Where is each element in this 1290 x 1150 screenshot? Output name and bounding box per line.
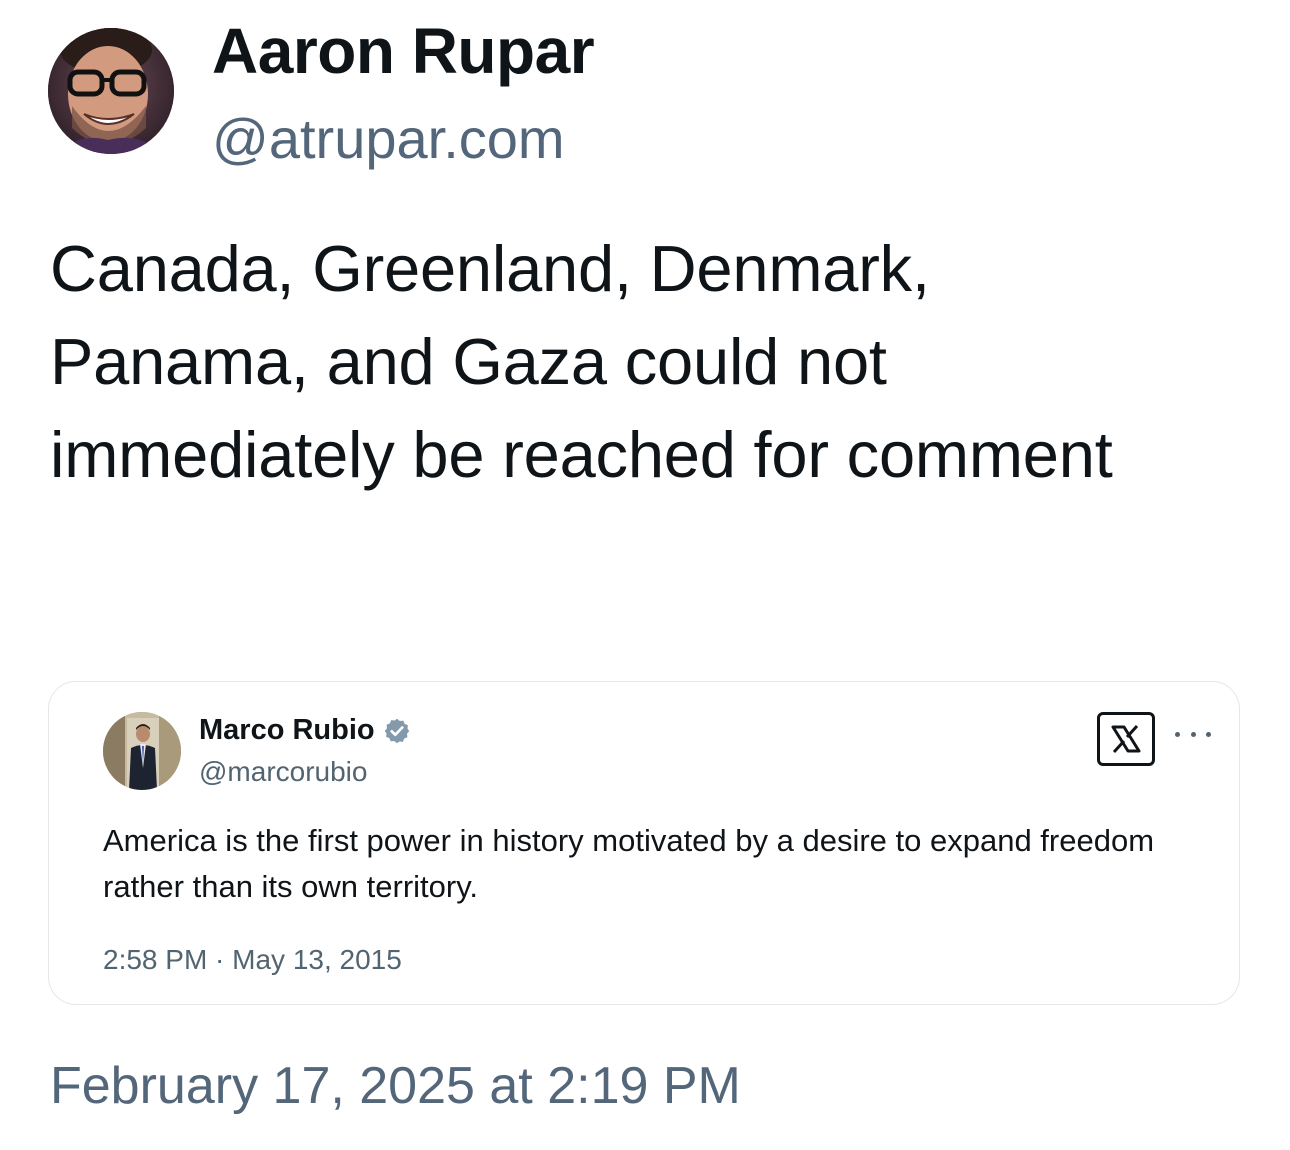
author-handle[interactable]: @atrupar.com — [212, 106, 565, 171]
quoted-author-avatar[interactable] — [103, 712, 181, 790]
more-dot — [1175, 731, 1180, 737]
post-text: Canada, Greenland, Denmark, Panama, and … — [50, 232, 1113, 491]
author-name[interactable]: Aaron Rupar — [212, 14, 595, 88]
quoted-post-card[interactable]: Marco Rubio @marcorubio America is the f… — [48, 681, 1240, 1005]
quoted-author-name[interactable]: Marco Rubio — [199, 714, 375, 747]
more-dot — [1206, 731, 1211, 737]
quoted-avatar-photo — [103, 712, 181, 790]
verified-badge-icon — [384, 718, 409, 743]
post: Aaron Rupar @atrupar.com Canada, Greenla… — [0, 0, 1290, 1150]
author-avatar[interactable] — [48, 28, 174, 154]
x-logo-icon[interactable] — [1097, 712, 1155, 766]
quoted-post-timestamp[interactable]: 2:58 PM · May 13, 2015 — [103, 944, 402, 976]
more-options-icon[interactable] — [1175, 724, 1211, 744]
x-glyph-icon — [1111, 724, 1141, 754]
avatar-photo — [48, 28, 174, 154]
quoted-post-text: America is the first power in history mo… — [103, 823, 1155, 904]
more-dot — [1190, 731, 1196, 737]
post-timestamp[interactable]: February 17, 2025 at 2:19 PM — [50, 1056, 741, 1116]
quoted-author-name-row: Marco Rubio — [199, 714, 411, 747]
quoted-author-handle[interactable]: @marcorubio — [199, 756, 367, 788]
